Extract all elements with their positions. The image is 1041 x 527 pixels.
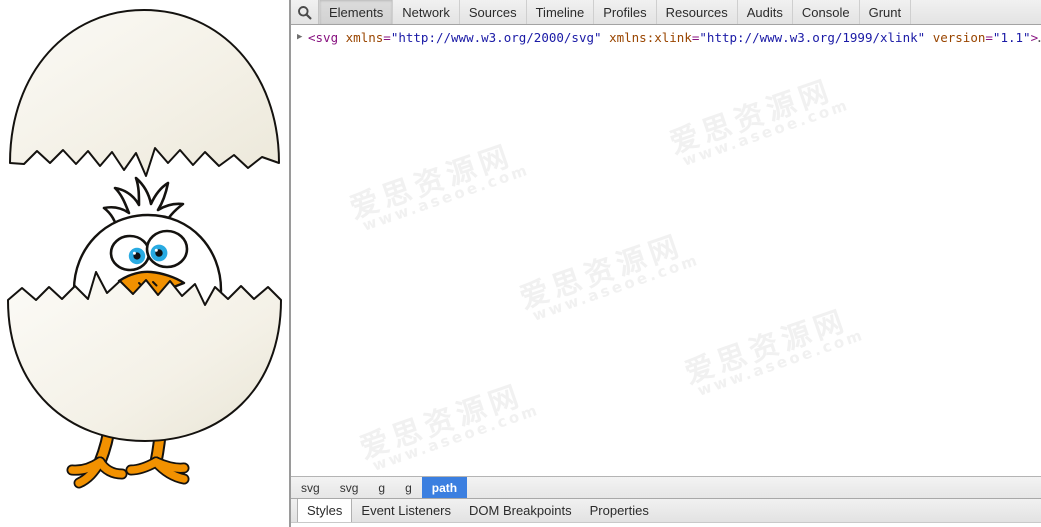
breadcrumb-label: path — [431, 480, 458, 495]
dom-token-space — [602, 30, 610, 45]
tab-grunt-label: Grunt — [868, 4, 902, 20]
breadcrumb-item-svg-1[interactable]: svg — [291, 477, 330, 498]
breadcrumb: svg svg g g path — [291, 476, 1041, 498]
breadcrumb-label: g — [378, 480, 386, 495]
watermark-en: www.aseoe.com — [370, 400, 543, 476]
tab-resources-label: Resources — [665, 4, 728, 20]
dom-token-eq: = — [383, 30, 391, 45]
browser-window: Elements Network Sources Timeline Profil… — [0, 0, 1041, 527]
dom-token-space — [338, 30, 346, 45]
styles-pane — [291, 522, 1041, 527]
watermark-en: www.aseoe.com — [695, 325, 868, 401]
breadcrumb-item-svg-2[interactable]: svg — [330, 477, 369, 498]
chick-eye-left — [109, 234, 151, 272]
tab-timeline-label: Timeline — [535, 4, 585, 20]
dom-token-punct: > — [1030, 30, 1039, 45]
tab-profiles[interactable]: Profiles — [594, 0, 657, 24]
tab-event-listeners-label: Event Listeners — [361, 503, 452, 518]
breadcrumb-label: svg — [301, 480, 320, 495]
dom-token-val: "http://www.w3.org/2000/svg" — [390, 30, 602, 45]
breadcrumb-item-path[interactable]: path — [421, 477, 468, 498]
devtools-toolbar: Elements Network Sources Timeline Profil… — [291, 0, 1041, 25]
tab-timeline[interactable]: Timeline — [527, 0, 595, 24]
dom-token-val: "1.1" — [992, 30, 1031, 45]
egg-shell-top — [9, 9, 280, 177]
breadcrumb-label: g — [405, 480, 412, 495]
devtools-panel: Elements Network Sources Timeline Profil… — [290, 0, 1041, 527]
watermark-cn: 爱思资源网 — [665, 72, 838, 161]
watermark-layer: 爱思资源网 www.aseoe.com 爱思资源网 www.aseoe.com 爱思资源… — [291, 25, 1041, 476]
dom-token-tag: svg — [315, 30, 339, 45]
tab-sources[interactable]: Sources — [460, 0, 527, 24]
tab-styles[interactable]: Styles — [297, 499, 353, 522]
watermark-en: www.aseoe.com — [530, 250, 703, 326]
tab-elements-label: Elements — [329, 4, 384, 20]
tab-styles-label: Styles — [307, 503, 343, 518]
tab-properties-label: Properties — [589, 503, 649, 518]
tab-event-listeners[interactable]: Event Listeners — [352, 499, 460, 522]
dom-token-val: "http://www.w3.org/1999/xlink" — [699, 30, 926, 45]
tab-network[interactable]: Network — [393, 0, 460, 24]
tab-network-label: Network — [402, 4, 450, 20]
dom-tree-row[interactable]: ▶ <svg xmlns="http://www.w3.org/2000/svg"… — [291, 25, 1041, 46]
expand-triangle-icon[interactable]: ▶ — [297, 30, 308, 45]
dom-token-eq: = — [985, 30, 993, 45]
dom-token-punct: < — [308, 30, 316, 45]
watermark: 爱思资源网 www.aseoe.com — [355, 376, 543, 476]
tab-dom-breakpoints-label: DOM Breakpoints — [469, 503, 572, 518]
dom-token-attr: xmlns — [345, 30, 384, 45]
watermark-cn: 爱思资源网 — [345, 137, 518, 226]
tab-elements[interactable]: Elements — [319, 0, 394, 24]
breadcrumb-item-g-2[interactable]: g — [395, 477, 422, 498]
breadcrumb-item-g-1[interactable]: g — [368, 477, 395, 498]
watermark-en: www.aseoe.com — [360, 160, 533, 236]
tab-sources-label: Sources — [468, 4, 517, 20]
dom-token-attr: version — [932, 30, 986, 45]
dom-tree-view[interactable]: 爱思资源网 www.aseoe.com 爱思资源网 www.aseoe.com 爱思资源… — [291, 25, 1041, 476]
tab-profiles-label: Profiles — [603, 4, 647, 20]
tab-console[interactable]: Console — [793, 0, 860, 24]
watermark: 爱思资源网 www.aseoe.com — [345, 136, 533, 237]
watermark-cn: 爱思资源网 — [515, 227, 688, 316]
chick-eye-right — [145, 229, 189, 269]
rendered-page-pane — [0, 0, 290, 527]
watermark-en: www.aseoe.com — [680, 95, 853, 171]
tab-grunt[interactable]: Grunt — [860, 0, 912, 24]
dom-token-space — [925, 30, 933, 45]
tab-properties[interactable]: Properties — [581, 499, 658, 522]
tab-audits-label: Audits — [746, 4, 783, 20]
dom-token-attr: xmlns:xlink — [609, 30, 692, 45]
tab-audits[interactable]: Audits — [738, 0, 793, 24]
tab-resources[interactable]: Resources — [657, 0, 738, 24]
tab-console-label: Console — [801, 4, 850, 20]
watermark: 爱思资源网 www.aseoe.com — [665, 71, 853, 172]
tab-dom-breakpoints[interactable]: DOM Breakpoints — [460, 499, 581, 522]
pane-splitter[interactable] — [289, 0, 290, 527]
devtools-tab-strip: Elements Network Sources Timeline Profil… — [319, 0, 912, 24]
breadcrumb-label: svg — [339, 480, 359, 495]
watermark: 爱思资源网 www.aseoe.com — [680, 301, 868, 402]
sidebar-tab-strip: Styles Event Listeners DOM Breakpoints P… — [291, 498, 1041, 522]
dom-row-markup: <svg xmlns="http://www.w3.org/2000/svg" … — [308, 30, 1041, 45]
watermark-cn: 爱思资源网 — [355, 377, 528, 466]
watermark-cn: 爱思资源网 — [680, 302, 853, 391]
chick-hatching-illustration — [7, 9, 282, 489]
search-icon[interactable] — [291, 0, 319, 24]
egg-shell-bottom — [7, 271, 282, 442]
watermark: 爱思资源网 www.aseoe.com — [515, 226, 703, 327]
